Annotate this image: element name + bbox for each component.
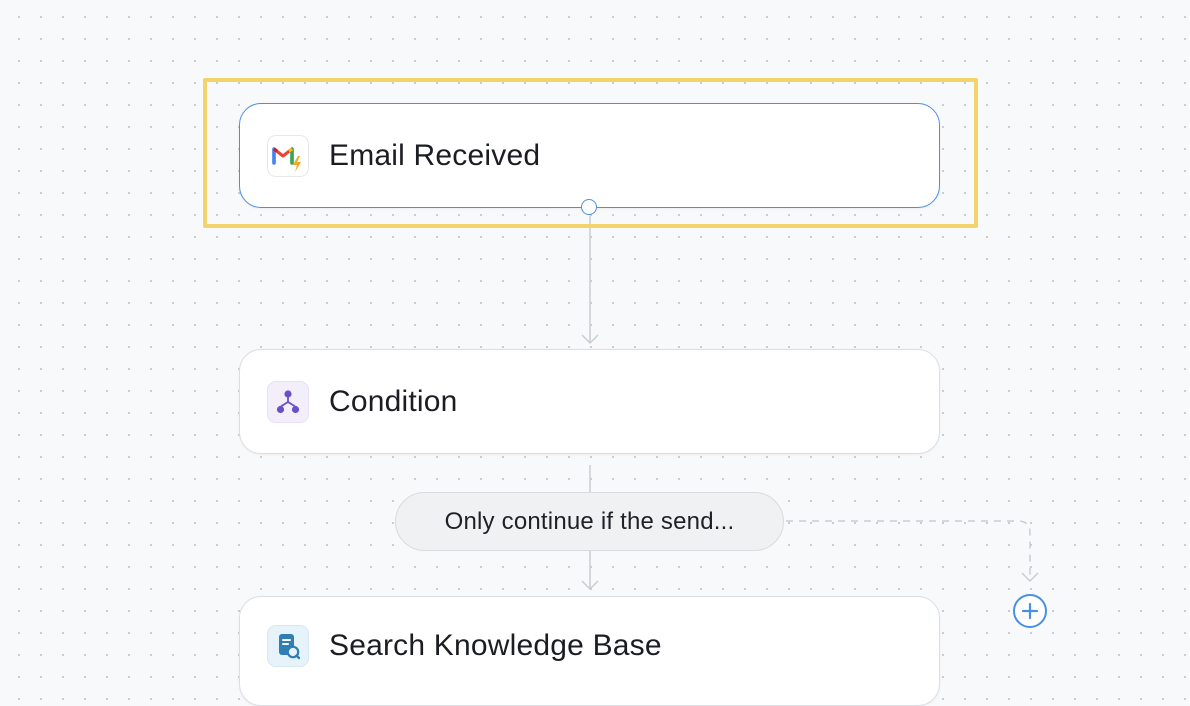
- condition-rule-label: Only continue if the send...: [444, 507, 735, 535]
- node-condition[interactable]: Condition: [239, 349, 940, 454]
- knowledge-base-icon: [267, 625, 309, 667]
- node-label: Search Knowledge Base: [329, 629, 662, 662]
- node-label: Condition: [329, 384, 458, 418]
- node-label: Email Received: [329, 138, 541, 172]
- condition-rule-pill[interactable]: Only continue if the send...: [395, 492, 784, 551]
- gmail-trigger-icon: [267, 134, 309, 177]
- node-email-received[interactable]: Email Received: [239, 103, 940, 208]
- workflow-canvas[interactable]: Email Received Condition Only continue i…: [0, 0, 1190, 706]
- plus-circle-icon: [1021, 602, 1039, 620]
- add-step-button[interactable]: [1013, 594, 1047, 628]
- connector-else-branch: [786, 520, 1031, 580]
- node-search-knowledge-base[interactable]: Search Knowledge Base: [239, 596, 940, 706]
- output-handle[interactable]: [581, 199, 597, 215]
- branch-icon: [267, 380, 309, 423]
